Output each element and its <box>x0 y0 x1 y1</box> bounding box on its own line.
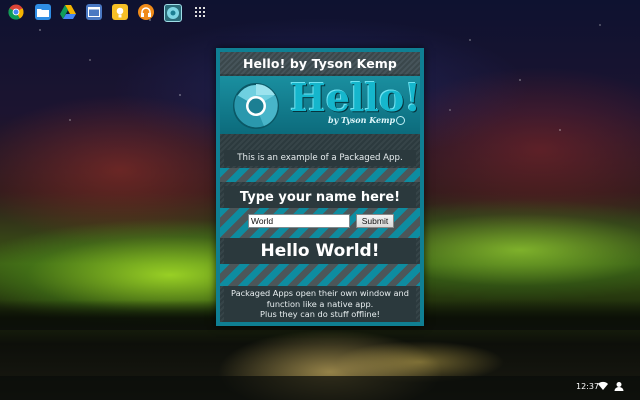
submit-button[interactable]: Submit <box>356 214 394 228</box>
name-input[interactable] <box>248 214 350 228</box>
app-window: Hello! by Tyson Kemp Hello! by Tyson Kem… <box>216 48 424 326</box>
title-bar[interactable]: Hello! by Tyson Kemp <box>220 52 420 74</box>
info-box: Packaged Apps open their own window and … <box>224 286 416 322</box>
chrome-logo-icon <box>233 83 279 129</box>
info-line: function like a native app. <box>266 298 374 309</box>
stripe-divider <box>220 168 420 182</box>
drive-icon[interactable] <box>60 4 76 20</box>
intro-bar: This is an example of a Packaged App. <box>224 150 416 166</box>
window-title: Hello! by Tyson Kemp <box>243 55 397 71</box>
banner-byline: by Tyson Kemp <box>328 115 396 125</box>
account-avatar-icon[interactable] <box>614 381 624 391</box>
wifi-icon[interactable] <box>598 381 608 391</box>
app-launcher-icon[interactable] <box>192 4 208 20</box>
music-icon[interactable] <box>138 4 154 20</box>
intro-text: This is an example of a Packaged App. <box>237 153 403 163</box>
info-line: Plus they can do stuff offline! <box>260 309 380 320</box>
banner-hello-text: Hello! <box>290 76 420 120</box>
files-icon[interactable] <box>35 4 51 20</box>
keep-icon[interactable] <box>112 4 128 20</box>
chrome-icon[interactable] <box>8 4 24 20</box>
prompt-bar: Type your name here! <box>224 186 416 208</box>
status-clock[interactable]: 12:37 <box>576 382 599 391</box>
app-content: Hello! by Tyson Kemp Hello! by Tyson Kem… <box>220 52 420 322</box>
info-line: Packaged Apps open their own window and <box>231 288 409 299</box>
shelf <box>0 376 640 400</box>
stripe-divider <box>220 264 420 286</box>
window-icon[interactable] <box>86 4 102 20</box>
banner-decoration-icon <box>396 116 405 125</box>
name-prompt: Type your name here! <box>239 189 401 205</box>
header-banner: Hello! by Tyson Kemp <box>220 76 420 134</box>
hello-app-icon[interactable] <box>164 4 182 22</box>
greeting-text: Hello World! <box>260 241 380 261</box>
greeting-bar: Hello World! <box>224 238 416 264</box>
